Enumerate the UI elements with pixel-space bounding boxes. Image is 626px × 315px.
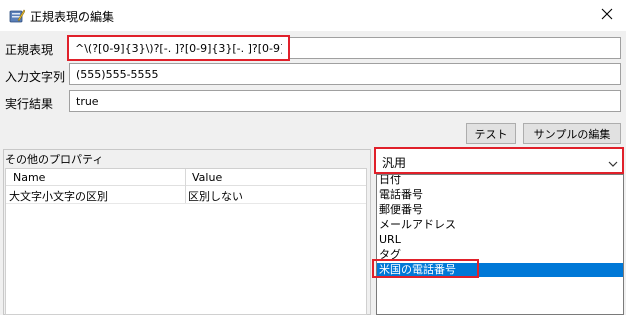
- sample-edit-button[interactable]: サンプルの編集: [523, 123, 621, 144]
- column-header-value[interactable]: Value: [192, 171, 222, 184]
- regex-label: 正規表現: [5, 43, 54, 57]
- column-header-name[interactable]: Name: [13, 171, 45, 184]
- sample-dropdown-list: 日付 電話番号 郵便番号 メールアドレス URL タグ 米国の電話番号: [376, 174, 624, 315]
- list-item[interactable]: 郵便番号: [377, 203, 623, 217]
- edit-dialog-icon: [9, 8, 26, 24]
- close-button[interactable]: [592, 2, 622, 29]
- chevron-down-icon[interactable]: [608, 157, 618, 167]
- table-row[interactable]: 大文字小文字の区別 区別しない: [6, 186, 366, 204]
- test-button[interactable]: テスト: [466, 123, 516, 144]
- result-label: 実行結果: [5, 97, 54, 111]
- annotation-highlight-box: [372, 259, 479, 278]
- property-value[interactable]: 区別しない: [188, 188, 243, 204]
- sample-combo[interactable]: 汎用: [374, 147, 624, 174]
- window-title: 正規表現の編集: [30, 10, 115, 24]
- list-item[interactable]: 電話番号: [377, 188, 623, 202]
- properties-grid[interactable]: Name Value 大文字小文字の区別 区別しない: [5, 168, 367, 315]
- property-name: 大文字小文字の区別: [9, 190, 108, 203]
- regex-input-extension: [290, 37, 621, 59]
- list-item[interactable]: 日付: [377, 175, 623, 187]
- title-bar: 正規表現の編集: [0, 0, 626, 31]
- properties-group-title: その他のプロパティ: [5, 153, 104, 166]
- close-icon: [601, 8, 613, 23]
- result-field[interactable]: [69, 90, 621, 112]
- list-item[interactable]: メールアドレス: [377, 218, 623, 232]
- list-item[interactable]: URL: [377, 233, 623, 247]
- regex-input[interactable]: [67, 35, 290, 61]
- input-string-label: 入力文字列: [5, 70, 66, 84]
- combo-selected-value: 汎用: [382, 156, 407, 170]
- input-string-field[interactable]: [69, 63, 621, 85]
- grid-header: Name Value: [6, 169, 366, 186]
